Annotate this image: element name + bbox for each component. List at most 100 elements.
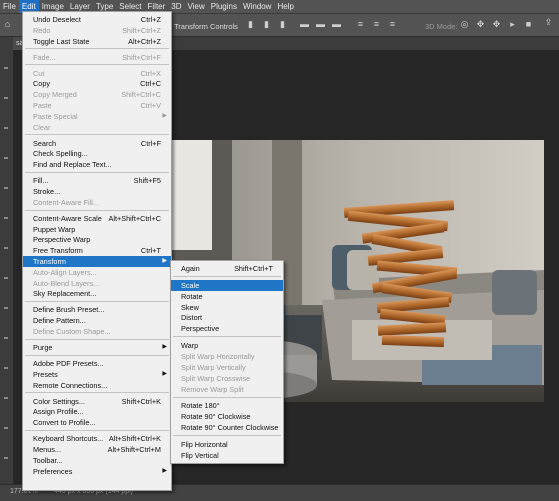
menu-item-split-warp-horizontally[interactable]: Split Warp Horizontally <box>171 351 283 362</box>
menu-item-sky-replacement[interactable]: Sky Replacement... <box>23 288 171 299</box>
menu-item-label: Toolbar... <box>33 455 63 465</box>
menu-item-content-aware-fill[interactable]: Content-Aware Fill... <box>23 197 171 208</box>
align-left-icon[interactable]: ▮ <box>246 20 255 29</box>
menu-item-define-brush-preset[interactable]: Define Brush Preset... <box>23 304 171 315</box>
menu-separator <box>25 48 169 50</box>
tool-grip[interactable] <box>4 97 8 99</box>
menu-item-label: Perspective <box>181 324 220 334</box>
menu-item-rotate-180[interactable]: Rotate 180° <box>171 400 283 411</box>
pan-icon[interactable]: ✥ <box>492 20 501 29</box>
menu-item-skew[interactable]: Skew <box>171 302 283 313</box>
menu-view[interactable]: View <box>185 0 208 13</box>
menu-item-flip-vertical[interactable]: Flip Vertical <box>171 450 283 461</box>
menu-item-shortcut: Ctrl+Z <box>140 15 161 24</box>
tool-grip[interactable] <box>4 157 8 159</box>
menu-item-remove-warp-split[interactable]: Remove Warp Split <box>171 384 283 395</box>
slide-icon[interactable]: ▸ <box>508 20 517 29</box>
menu-item-search[interactable]: Search Ctrl+F <box>23 138 171 149</box>
menu-item-check-spelling[interactable]: Check Spelling... <box>23 148 171 159</box>
menu-item-shortcut: Ctrl+C <box>140 79 161 89</box>
menu-item-presets[interactable]: Presets ▶ <box>23 369 171 380</box>
menu-item-define-custom-shape[interactable]: Define Custom Shape... <box>23 326 171 337</box>
menu-item-label: Redo <box>33 25 51 35</box>
menu-item-fade[interactable]: Fade... Shift+Ctrl+F <box>23 52 171 63</box>
menu-item-transform[interactable]: Transform ▶ <box>23 256 171 267</box>
menu-item-copy[interactable]: Copy Ctrl+C <box>23 78 171 89</box>
tool-grip[interactable] <box>4 337 8 339</box>
menu-item-scale[interactable]: Scale <box>171 279 283 291</box>
tool-grip[interactable] <box>4 127 8 129</box>
menu-item-toolbar[interactable]: Toolbar... <box>23 455 171 466</box>
tool-grip[interactable] <box>4 427 8 429</box>
menu-item-warp[interactable]: Warp <box>171 340 283 351</box>
menu-item-paste-special[interactable]: Paste Special ▶ <box>23 111 171 122</box>
align-middle-icon[interactable]: ▬ <box>316 20 325 29</box>
align-top-icon[interactable]: ▬ <box>300 20 309 29</box>
menu-item-rotate[interactable]: Rotate <box>171 291 283 302</box>
tool-grip[interactable] <box>4 277 8 279</box>
distribute-3-icon[interactable]: ≡ <box>388 20 397 29</box>
menu-item-split-warp-vertically[interactable]: Split Warp Vertically <box>171 362 283 373</box>
menu-item-find-and-replace-text[interactable]: Find and Replace Text... <box>23 159 171 170</box>
tool-grip[interactable] <box>4 367 8 369</box>
video-icon[interactable]: ■ <box>524 20 533 29</box>
menu-help[interactable]: Help <box>274 0 296 13</box>
menu-item-stroke[interactable]: Stroke... <box>23 186 171 197</box>
tool-grip[interactable] <box>4 217 8 219</box>
menu-item-again[interactable]: Again Shift+Ctrl+T <box>171 263 283 274</box>
menu-item-content-aware-scale[interactable]: Content-Aware Scale Alt+Shift+Ctrl+C <box>23 213 171 224</box>
menu-item-flip-horizontal[interactable]: Flip Horizontal <box>171 439 283 450</box>
align-bottom-icon[interactable]: ▬ <box>332 20 341 29</box>
menu-item-color-settings[interactable]: Color Settings... Shift+Ctrl+K <box>23 396 171 407</box>
menu-item-label: Toggle Last State <box>33 36 90 46</box>
tool-grip[interactable] <box>4 457 8 459</box>
menu-item-auto-align-layers[interactable]: Auto-Align Layers... <box>23 267 171 278</box>
menu-item-menus[interactable]: Menus... Alt+Shift+Ctrl+M <box>23 444 171 455</box>
menu-item-cut[interactable]: Cut Ctrl+X <box>23 68 171 79</box>
transform-controls-label[interactable]: Transform Controls <box>174 22 238 31</box>
menu-item-perspective[interactable]: Perspective <box>171 323 283 334</box>
menu-item-rotate-90-counter-clockwise[interactable]: Rotate 90° Counter Clockwise <box>171 422 283 433</box>
tool-grip[interactable] <box>4 247 8 249</box>
menu-window[interactable]: Window <box>240 0 274 13</box>
menu-item-perspective-warp[interactable]: Perspective Warp <box>23 234 171 245</box>
menu-item-undo-deselect[interactable]: Undo Deselect Ctrl+Z <box>23 14 171 25</box>
menu-item-puppet-warp[interactable]: Puppet Warp <box>23 224 171 235</box>
edit-menu: Undo Deselect Ctrl+Z Redo Shift+Ctrl+Z Toggl… <box>22 11 172 491</box>
share-icon[interactable]: ⇪ <box>544 18 553 27</box>
align-right-icon[interactable]: ▮ <box>278 20 287 29</box>
tool-grip[interactable] <box>4 187 8 189</box>
menu-item-fill[interactable]: Fill... Shift+F5 <box>23 175 171 186</box>
menu-item-keyboard-shortcuts[interactable]: Keyboard Shortcuts... Alt+Shift+Ctrl+K <box>23 433 171 444</box>
menu-item-split-warp-crosswise[interactable]: Split Warp Crosswise <box>171 373 283 384</box>
menu-item-toggle-last-state[interactable]: Toggle Last State Alt+Ctrl+Z <box>23 36 171 47</box>
menu-item-auto-blend-layers[interactable]: Auto-Blend Layers... <box>23 278 171 289</box>
menu-item-free-transform[interactable]: Free Transform Ctrl+T <box>23 245 171 256</box>
menu-item-purge[interactable]: Purge ▶ <box>23 342 171 353</box>
menu-item-clear[interactable]: Clear <box>23 122 171 133</box>
menu-item-rotate-90-clockwise[interactable]: Rotate 90° Clockwise <box>171 411 283 422</box>
menu-item-convert-to-profile[interactable]: Convert to Profile... <box>23 417 171 428</box>
menu-item-define-pattern[interactable]: Define Pattern... <box>23 315 171 326</box>
menu-item-shortcut: Alt+Shift+Ctrl+C <box>108 213 161 223</box>
orbit-icon[interactable]: ◎ <box>460 20 469 29</box>
menu-item-preferences[interactable]: Preferences ▶ <box>23 466 171 477</box>
roll-icon[interactable]: ✥ <box>476 20 485 29</box>
menu-item-label: Content-Aware Fill... <box>33 197 99 207</box>
distribute-2-icon[interactable]: ≡ <box>372 20 381 29</box>
tool-grip[interactable] <box>4 307 8 309</box>
align-center-icon[interactable]: ▮ <box>262 20 271 29</box>
home-icon[interactable]: ⌂ <box>3 20 12 29</box>
menu-item-distort[interactable]: Distort <box>171 312 283 323</box>
menu-plugins[interactable]: Plugins <box>208 0 240 13</box>
menu-item-adobe-pdf-presets[interactable]: Adobe PDF Presets... <box>23 358 171 369</box>
menu-item-redo[interactable]: Redo Shift+Ctrl+Z <box>23 25 171 36</box>
distribute-icon[interactable]: ≡ <box>356 20 365 29</box>
menu-item-remote-connections[interactable]: Remote Connections... <box>23 380 171 391</box>
menu-item-paste[interactable]: Paste Ctrl+V <box>23 100 171 111</box>
menu-item-assign-profile[interactable]: Assign Profile... <box>23 406 171 417</box>
tool-grip[interactable] <box>4 67 8 69</box>
tool-grip[interactable] <box>4 397 8 399</box>
menu-item-copy-merged[interactable]: Copy Merged Shift+Ctrl+C <box>23 89 171 100</box>
menu-file[interactable]: File <box>0 0 19 13</box>
